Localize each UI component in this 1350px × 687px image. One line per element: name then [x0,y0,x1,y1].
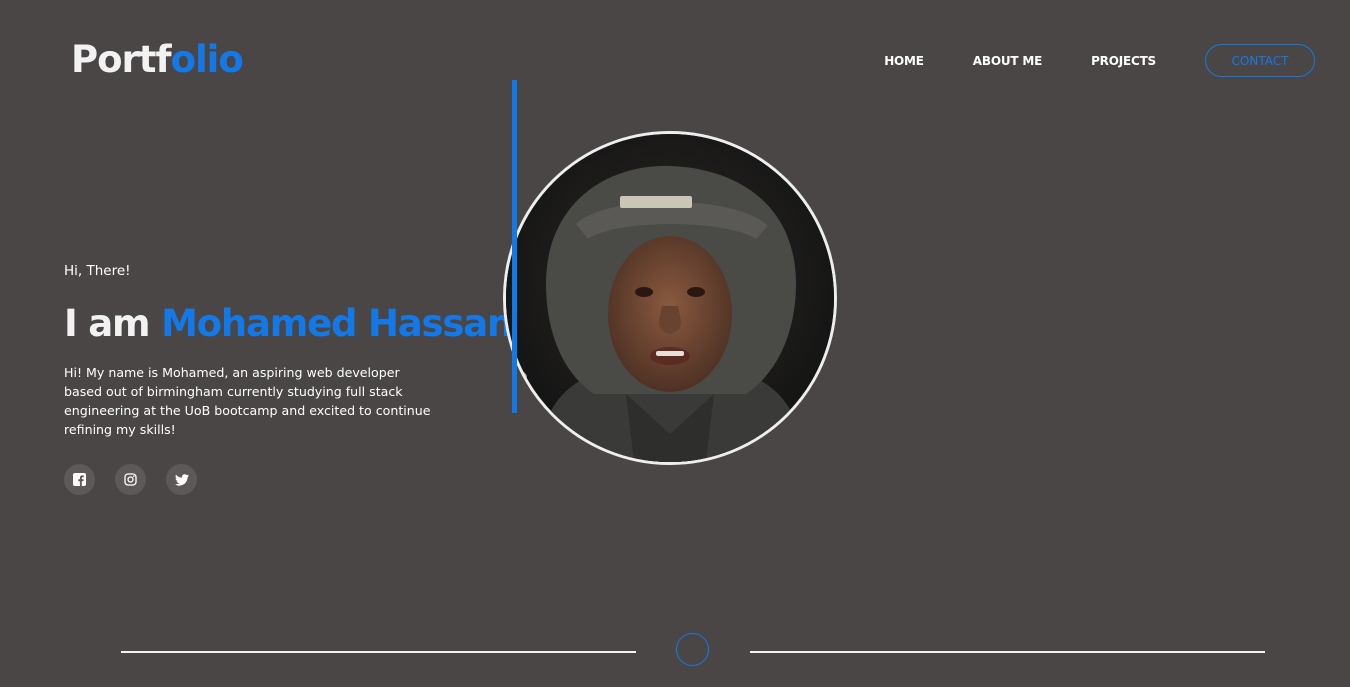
hero-headline: I am Mohamed Hassan [64,297,514,353]
accent-vertical-bar [512,80,517,413]
twitter-link[interactable] [166,464,197,495]
instagram-link[interactable] [115,464,146,495]
contact-button[interactable]: CONTACT [1205,44,1315,77]
main-nav: HOME ABOUT ME PROJECTS CONTACT [884,44,1315,77]
headline-prefix: I am [64,302,151,345]
portfolio-page: Portfolio HOME ABOUT ME PROJECTS CONTACT… [0,0,1350,687]
nav-home-link[interactable]: HOME [884,54,924,68]
nav-about-link[interactable]: ABOUT ME [973,54,1042,68]
social-links [64,464,217,495]
divider-line-right [750,651,1265,653]
facebook-icon [73,473,86,486]
profile-photo [503,131,837,465]
facebook-link[interactable] [64,464,95,495]
headline-name: Mohamed Hassan [161,302,513,345]
instagram-icon [124,473,137,486]
divider-line-left [121,651,636,653]
bio-paragraph: Hi! My name is Mohamed, an aspiring web … [64,365,431,437]
logo-text-accent: olio [170,38,244,81]
twitter-icon [174,473,189,486]
site-logo[interactable]: Portfolio [71,36,244,84]
logo-text-primary: Portf [71,38,172,81]
greeting-text: Hi, There! [64,263,131,279]
scroll-down-indicator[interactable] [676,633,709,666]
nav-projects-link[interactable]: PROJECTS [1091,54,1156,68]
